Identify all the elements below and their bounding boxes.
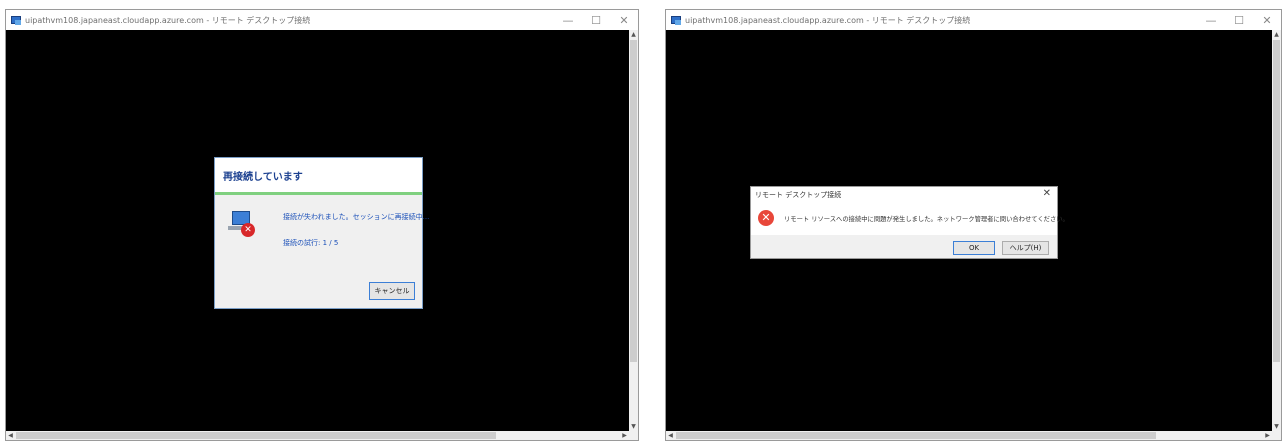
error-message: リモート リソースへの接続中に問題が発生しました。ネットワーク管理者に問い合わせ… <box>784 216 1069 223</box>
scrollbar-thumb[interactable] <box>630 40 637 362</box>
minimize-button[interactable]: — <box>554 10 582 30</box>
scroll-down-icon[interactable]: ▼ <box>1272 422 1281 431</box>
vertical-scrollbar[interactable]: ▲ ▼ <box>1272 30 1281 431</box>
remote-desktop-icon <box>670 14 682 26</box>
window-title: uipathvm108.japaneast.cloudapp.azure.com… <box>25 15 311 25</box>
dialog-body: ✕ リモート リソースへの接続中に問題が発生しました。ネットワーク管理者に問い合… <box>751 203 1069 235</box>
ok-button[interactable]: OK <box>953 241 995 255</box>
scroll-right-icon[interactable]: ▶ <box>1263 431 1272 440</box>
scrollbar-thumb[interactable] <box>676 432 1156 439</box>
error-icon: ✕ <box>758 210 774 226</box>
dialog-title: 再接続しています <box>223 171 303 183</box>
maximize-button[interactable]: ☐ <box>582 10 610 30</box>
horizontal-scrollbar[interactable]: ◀ ▶ <box>6 431 629 440</box>
close-button[interactable]: ✕ <box>610 10 638 30</box>
rdp-window-left: uipathvm108.japaneast.cloudapp.azure.com… <box>5 9 639 441</box>
dialog-title-bar[interactable]: リモート デスクトップ接続 ✕ <box>751 187 1057 203</box>
scrollbar-thumb[interactable] <box>16 432 496 439</box>
scroll-corner <box>1272 431 1281 440</box>
attempt-count: 接続の試行: 1 / 5 <box>283 239 339 247</box>
scroll-left-icon[interactable]: ◀ <box>6 431 15 440</box>
scroll-right-icon[interactable]: ▶ <box>620 431 629 440</box>
horizontal-scrollbar[interactable]: ◀ ▶ <box>666 431 1272 440</box>
cancel-button[interactable]: キャンセル <box>369 282 415 300</box>
help-button[interactable]: ヘルプ(H) <box>1002 241 1049 255</box>
scrollbar-thumb[interactable] <box>1273 40 1280 362</box>
rdp-window-right: uipathvm108.japaneast.cloudapp.azure.com… <box>665 9 1282 441</box>
title-bar[interactable]: uipathvm108.japaneast.cloudapp.azure.com… <box>666 10 1281 30</box>
maximize-button[interactable]: ☐ <box>1225 10 1253 30</box>
close-button[interactable]: ✕ <box>1253 10 1281 30</box>
remote-desktop-icon <box>10 14 22 26</box>
dialog-close-button[interactable]: ✕ <box>1043 188 1051 199</box>
reconnect-dialog: 再接続しています ✕ 接続が失われました。セッションに再接続中... 接続の試行… <box>214 157 429 309</box>
scroll-up-icon[interactable]: ▲ <box>1272 30 1281 39</box>
title-bar[interactable]: uipathvm108.japaneast.cloudapp.azure.com… <box>6 10 638 30</box>
dialog-header: 再接続しています <box>215 158 422 195</box>
vertical-scrollbar[interactable]: ▲ ▼ <box>629 30 638 431</box>
window-title: uipathvm108.japaneast.cloudapp.azure.com… <box>685 15 971 25</box>
minimize-button[interactable]: — <box>1197 10 1225 30</box>
scroll-left-icon[interactable]: ◀ <box>666 431 675 440</box>
dialog-title: リモート デスクトップ接続 <box>755 191 842 199</box>
disconnected-computer-icon: ✕ <box>228 209 260 239</box>
error-dialog: リモート デスクトップ接続 ✕ ✕ リモート リソースへの接続中に問題が発生しま… <box>750 186 1069 259</box>
scroll-up-icon[interactable]: ▲ <box>629 30 638 39</box>
scroll-down-icon[interactable]: ▼ <box>629 422 638 431</box>
scroll-corner <box>629 431 638 440</box>
reconnect-message: 接続が失われました。セッションに再接続中... <box>283 213 430 221</box>
